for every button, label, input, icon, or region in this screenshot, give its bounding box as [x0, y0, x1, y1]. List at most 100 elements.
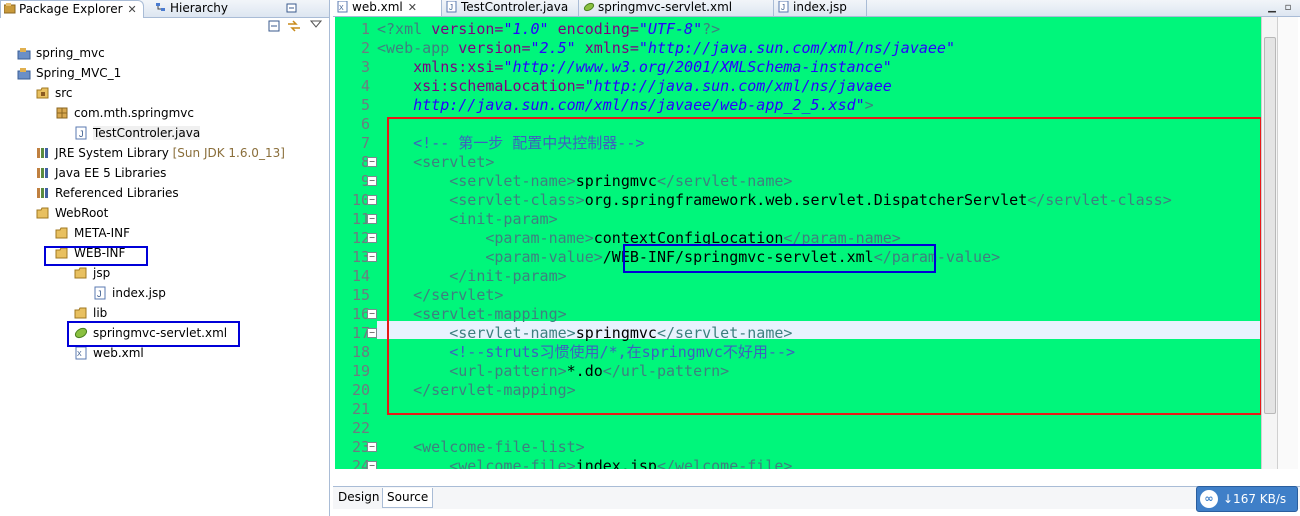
fold-toggle-icon[interactable]: −: [367, 252, 377, 262]
folder-icon: [36, 206, 50, 220]
line-number: 24: [351, 457, 370, 469]
fold-toggle-icon[interactable]: −: [367, 233, 377, 243]
code-line-2: <web-app version="2.5" xmlns="http://jav…: [377, 39, 955, 57]
tree-item-label: web.xml: [93, 346, 144, 360]
line-number: 11: [351, 210, 370, 228]
maximize-icon[interactable]: ▫: [1281, 1, 1295, 14]
library-icon: [36, 146, 50, 160]
tree-item-spring-mvc[interactable]: spring_mvc: [17, 44, 105, 62]
line-number: 23: [351, 438, 370, 456]
fold-toggle-icon[interactable]: −: [367, 176, 377, 186]
tree-item-index-jsp[interactable]: Jindex.jsp: [93, 284, 166, 302]
code-line-4: xsi:schemaLocation="http://java.sun.com/…: [413, 77, 892, 95]
tree-item-label: Java EE 5 Libraries: [55, 166, 167, 180]
network-speed-widget[interactable]: ∞ ↓167 KB/s: [1196, 486, 1298, 512]
highlight-box-web-inf: [44, 246, 148, 266]
line-number: 22: [351, 419, 370, 437]
tree-item-spring-mvc-1[interactable]: Spring_MVC_1: [17, 64, 121, 82]
project-icon: [17, 66, 31, 80]
close-icon[interactable]: ✕: [408, 1, 417, 14]
spring-xml-icon: [583, 1, 595, 13]
tree-item-label: jsp: [93, 266, 111, 280]
tree-item-webroot[interactable]: WebRoot: [36, 204, 108, 222]
code-line-3: xmlns:xsi="http://www.w3.org/2001/XMLSch…: [413, 58, 892, 76]
library-icon: [36, 166, 50, 180]
jsp-file-icon: J: [778, 0, 790, 13]
tab-springmvc-servlet-xml[interactable]: springmvc-servlet.xml: [579, 0, 774, 16]
xml-file-icon: X: [74, 346, 88, 360]
fold-toggle-icon[interactable]: −: [367, 157, 377, 167]
code-line-1: <?xml version="1.0" encoding="UTF-8"?>: [377, 20, 721, 38]
close-icon[interactable]: ✕: [128, 3, 137, 16]
svg-text:X: X: [77, 351, 82, 358]
fold-toggle-icon[interactable]: −: [367, 309, 377, 319]
tree-item-jre-system-library[interactable]: JRE System Library [Sun JDK 1.6.0_13]: [36, 144, 285, 162]
tab-web-xml[interactable]: Xweb.xml ✕: [333, 0, 442, 16]
package-explorer-panel: Package Explorer ✕ Hierarchy spring_mvc S…: [0, 0, 330, 516]
svg-text:X: X: [339, 5, 344, 12]
line-number: 7: [360, 134, 370, 152]
tab-hierarchy[interactable]: Hierarchy: [152, 0, 238, 17]
tree-item-label: index.jsp: [112, 286, 166, 300]
line-number: 17: [351, 324, 370, 342]
fold-toggle-icon[interactable]: −: [367, 214, 377, 224]
scrollbar-thumb[interactable]: [1264, 37, 1276, 414]
line-number: 15: [351, 286, 370, 304]
editor-panel: Xweb.xml ✕ J TestControler.java springmvc-…: [333, 0, 1300, 516]
tab-label: springmvc-servlet.xml: [598, 0, 733, 14]
line-number: 16: [351, 305, 370, 323]
tab-label: Hierarchy: [170, 1, 229, 15]
tab-testcontroler-java[interactable]: J TestControler.java: [442, 0, 579, 16]
tab-source[interactable]: Source: [382, 488, 434, 508]
tab-label: Package Explorer: [19, 2, 123, 16]
editor-tab-bar: Xweb.xml ✕ J TestControler.java springmvc-…: [333, 0, 1300, 17]
minimize-icon[interactable]: [285, 2, 299, 15]
svg-text:J: J: [79, 129, 84, 139]
tree-item-decoration: [Sun JDK 1.6.0_13]: [172, 146, 285, 160]
link-with-editor-icon[interactable]: [287, 20, 301, 33]
fold-toggle-icon[interactable]: −: [367, 442, 377, 452]
line-number: 5: [360, 96, 370, 114]
code-line-23: <welcome-file-list>: [413, 438, 585, 456]
tree-item-java-ee-libraries[interactable]: Java EE 5 Libraries: [36, 164, 166, 182]
tree-item-meta-inf[interactable]: META-INF: [55, 224, 130, 242]
java-file-icon: J: [74, 126, 88, 140]
fold-toggle-icon[interactable]: −: [367, 461, 377, 469]
tree-item-referenced-libraries[interactable]: Referenced Libraries: [36, 184, 179, 202]
code-line-5: http://java.sun.com/xml/ns/javaee/web-ap…: [413, 96, 874, 114]
folder-icon: [55, 226, 69, 240]
tab-design[interactable]: Design: [334, 488, 385, 507]
line-number: 2: [360, 39, 370, 57]
svg-text:J: J: [781, 3, 785, 12]
line-number: 21: [351, 400, 370, 418]
line-number: 9: [360, 172, 370, 190]
tree-item-lib[interactable]: lib: [74, 304, 107, 322]
package-icon: [55, 106, 69, 120]
hierarchy-icon: [155, 1, 167, 12]
line-number: 20: [351, 381, 370, 399]
tree-item-testcontroler-java[interactable]: J TestControler.java: [74, 124, 201, 142]
line-number: 4: [360, 77, 370, 95]
minimize-icon[interactable]: ▁: [1265, 1, 1279, 14]
tree-item-label: com.mth.springmvc: [74, 106, 195, 120]
tab-package-explorer[interactable]: Package Explorer ✕: [0, 0, 144, 18]
tree-item-label: JRE System Library: [55, 146, 169, 160]
source-folder-icon: [36, 86, 50, 100]
tree-item-src[interactable]: src: [36, 84, 73, 102]
line-number: 8: [360, 153, 370, 171]
jsp-file-icon: J: [93, 286, 107, 300]
code-line-24: <welcome-file>index.jsp</welcome-file>: [449, 457, 793, 469]
line-number: 13: [351, 248, 370, 266]
tab-index-jsp[interactable]: Jindex.jsp: [774, 0, 867, 16]
tree-item-package[interactable]: com.mth.springmvc: [55, 104, 194, 122]
tree-item-jsp-folder[interactable]: jsp: [74, 264, 110, 282]
line-number: 6: [360, 115, 370, 133]
collapse-all-icon[interactable]: [267, 20, 281, 33]
fold-toggle-icon[interactable]: −: [367, 195, 377, 205]
fold-toggle-icon[interactable]: −: [367, 328, 377, 338]
svg-text:J: J: [97, 289, 102, 299]
java-file-icon: J: [446, 0, 458, 13]
svg-text:J: J: [449, 3, 453, 12]
view-menu-icon[interactable]: [309, 19, 323, 32]
vertical-scrollbar[interactable]: [1261, 17, 1278, 469]
